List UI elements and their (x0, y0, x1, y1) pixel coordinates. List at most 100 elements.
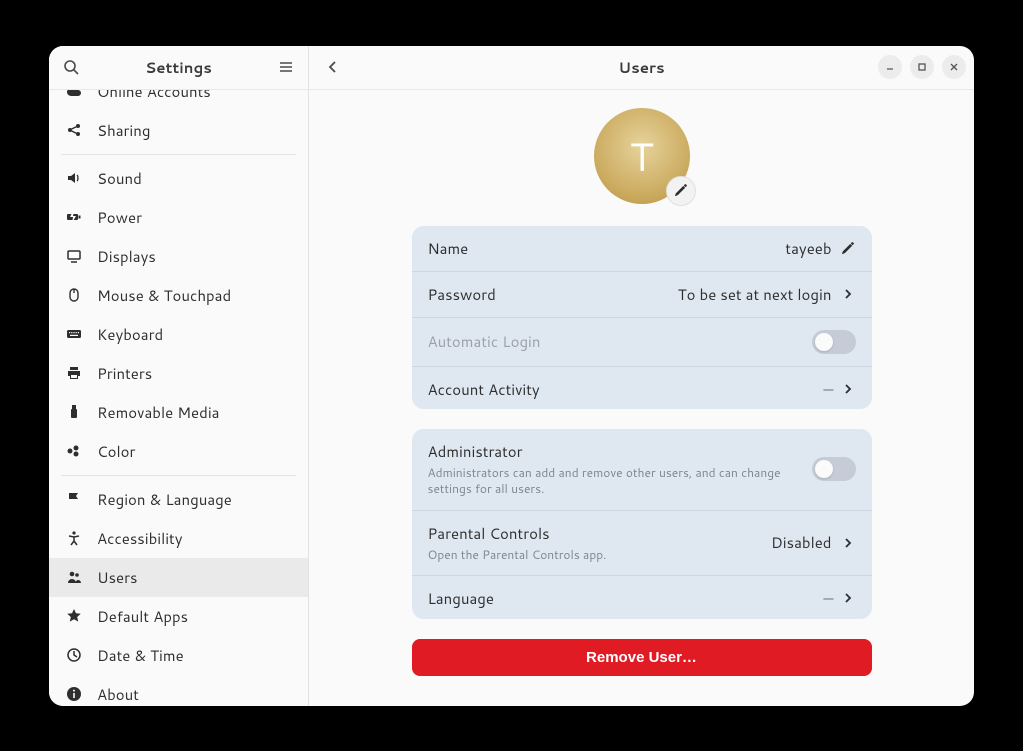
speaker-icon (65, 169, 83, 187)
sidebar-item-power[interactable]: Power (49, 198, 308, 237)
settings-window: Settings Online Accounts Sharing Sound (49, 46, 974, 706)
sidebar-item-label: Printers (97, 363, 152, 384)
power-icon (65, 208, 83, 226)
name-label: Name (428, 238, 469, 259)
display-icon (65, 247, 83, 265)
parental-sub: Open the Parental Controls app. (428, 547, 772, 563)
chevron-left-icon (326, 60, 340, 74)
eyedropper-icon (65, 442, 83, 460)
minimize-icon (885, 62, 895, 72)
sidebar-item-users[interactable]: Users (49, 558, 308, 597)
sidebar-item-online-accounts[interactable]: Online Accounts (49, 90, 308, 111)
hamburger-icon (278, 59, 294, 75)
sidebar-item-label: Power (97, 207, 142, 228)
sidebar-item-label: Color (97, 441, 135, 462)
parental-value: Disabled (771, 532, 831, 553)
sidebar-item-about[interactable]: About (49, 675, 308, 706)
sidebar-item-printers[interactable]: Printers (49, 354, 308, 393)
sidebar-item-sound[interactable]: Sound (49, 159, 308, 198)
sidebar-item-default-apps[interactable]: Default Apps (49, 597, 308, 636)
name-row[interactable]: Name tayeeb (412, 226, 872, 272)
sidebar-item-displays[interactable]: Displays (49, 237, 308, 276)
menu-button[interactable] (272, 53, 300, 81)
sidebar-list[interactable]: Online Accounts Sharing Sound Power (49, 90, 308, 706)
search-button[interactable] (57, 53, 85, 81)
sidebar-item-label: Default Apps (97, 606, 188, 627)
sidebar-item-label: Online Accounts (97, 90, 211, 102)
password-row[interactable]: Password To be set at next login (412, 272, 872, 318)
activity-row[interactable]: Account Activity — (412, 367, 872, 410)
chevron-right-icon (840, 381, 856, 397)
minimize-button[interactable] (878, 55, 902, 79)
sidebar-item-label: Keyboard (97, 324, 163, 345)
sidebar-item-label: Users (97, 567, 137, 588)
autologin-label: Automatic Login (428, 331, 541, 352)
account-group: Name tayeeb Password To be set at next l… (412, 226, 872, 410)
admin-sub: Administrators can add and remove other … (428, 465, 812, 497)
back-button[interactable] (319, 53, 347, 81)
usb-icon (65, 403, 83, 421)
sidebar-item-label: Date & Time (97, 645, 184, 666)
language-row[interactable]: Language — (412, 576, 872, 619)
main-panel: Users T Name tayeeb (309, 46, 974, 706)
close-button[interactable] (942, 55, 966, 79)
chevron-right-icon (840, 535, 856, 551)
sidebar-item-keyboard[interactable]: Keyboard (49, 315, 308, 354)
sidebar-item-label: Sharing (97, 120, 150, 141)
search-icon (63, 59, 79, 75)
parental-row[interactable]: Parental Controls Open the Parental Cont… (412, 511, 872, 576)
avatar-initial: T (630, 127, 654, 184)
name-value: tayeeb (785, 238, 831, 259)
share-icon (65, 121, 83, 139)
sidebar-item-label: Displays (97, 246, 156, 267)
cloud-icon (65, 90, 83, 101)
divider (61, 475, 296, 476)
chevron-right-icon (840, 286, 856, 302)
autologin-toggle[interactable] (812, 330, 856, 354)
divider (61, 154, 296, 155)
page-title: Users (309, 57, 974, 78)
sidebar: Settings Online Accounts Sharing Sound (49, 46, 309, 706)
main-header: Users (309, 46, 974, 90)
clock-icon (65, 646, 83, 664)
sidebar-item-sharing[interactable]: Sharing (49, 111, 308, 150)
remove-user-button[interactable]: Remove User… (412, 639, 872, 676)
main-body: T Name tayeeb Password To be set at next (309, 90, 974, 706)
sidebar-item-label: Accessibility (97, 528, 183, 549)
sidebar-title: Settings (91, 57, 266, 78)
info-icon (65, 685, 83, 703)
admin-label: Administrator (428, 441, 812, 462)
language-label: Language (428, 588, 495, 609)
sidebar-item-label: Removable Media (97, 402, 219, 423)
pencil-icon (840, 240, 856, 256)
admin-group: Administrator Administrators can add and… (412, 429, 872, 618)
flag-icon (65, 490, 83, 508)
sidebar-item-mouse[interactable]: Mouse & Touchpad (49, 276, 308, 315)
sidebar-item-accessibility[interactable]: Accessibility (49, 519, 308, 558)
printer-icon (65, 364, 83, 382)
sidebar-item-label: Region & Language (97, 489, 232, 510)
sidebar-item-label: About (97, 684, 139, 705)
maximize-icon (917, 62, 927, 72)
activity-label: Account Activity (428, 379, 540, 400)
administrator-toggle[interactable] (812, 457, 856, 481)
sidebar-item-color[interactable]: Color (49, 432, 308, 471)
password-value: To be set at next login (678, 284, 832, 305)
administrator-row: Administrator Administrators can add and… (412, 429, 872, 510)
sidebar-item-datetime[interactable]: Date & Time (49, 636, 308, 675)
sidebar-item-region[interactable]: Region & Language (49, 480, 308, 519)
keyboard-icon (65, 325, 83, 343)
activity-value: — (823, 379, 833, 400)
sidebar-item-label: Sound (97, 168, 142, 189)
sidebar-item-removable[interactable]: Removable Media (49, 393, 308, 432)
chevron-right-icon (840, 590, 856, 606)
star-icon (65, 607, 83, 625)
accessibility-icon (65, 529, 83, 547)
mouse-icon (65, 286, 83, 304)
maximize-button[interactable] (910, 55, 934, 79)
avatar-wrap: T (594, 108, 690, 204)
parental-label: Parental Controls (428, 523, 772, 544)
password-label: Password (428, 284, 496, 305)
avatar-edit-button[interactable] (666, 176, 696, 206)
sidebar-header: Settings (49, 46, 308, 90)
